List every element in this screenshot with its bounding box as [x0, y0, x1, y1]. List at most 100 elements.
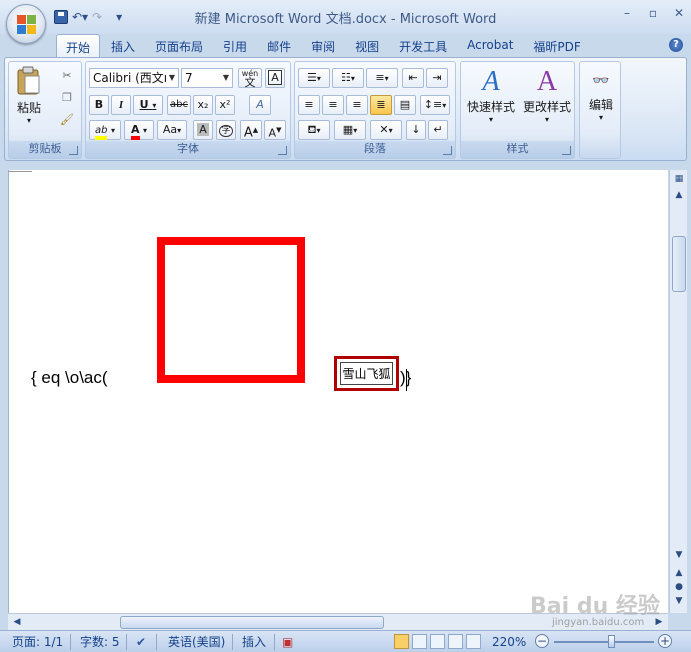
align-left-button[interactable]: ≡: [298, 95, 320, 115]
multilevel-list-button[interactable]: ≡▾: [366, 68, 398, 88]
font-color-button[interactable]: A ▾: [124, 120, 154, 140]
macro-record-icon[interactable]: ▣: [282, 634, 293, 650]
zoom-level[interactable]: 220%: [492, 634, 526, 650]
web-layout-view-icon[interactable]: [430, 634, 445, 649]
copy-button[interactable]: ❐: [57, 88, 77, 108]
zoom-slider-track[interactable]: [554, 641, 654, 643]
browse-object-icon[interactable]: ●: [672, 580, 686, 594]
previous-page-icon[interactable]: ▲: [672, 566, 686, 580]
minimize-icon[interactable]: –: [621, 6, 633, 20]
character-shading-button[interactable]: A: [193, 120, 213, 140]
tab-foxit-pdf[interactable]: 福昕PDF: [524, 34, 589, 58]
font-launcher-icon[interactable]: [278, 146, 287, 155]
horizontal-scroll-thumb[interactable]: [120, 616, 384, 629]
vertical-scrollbar[interactable]: ▦ ▲ ▼ ▲ ● ▼: [669, 170, 687, 613]
format-painter-button[interactable]: 🖌: [57, 110, 77, 130]
grow-font-button[interactable]: A▲: [240, 120, 262, 141]
text-box[interactable]: 雪山飞狐: [334, 356, 399, 391]
grow-font-icon: A: [243, 125, 253, 141]
character-border-button[interactable]: A: [265, 68, 285, 88]
quick-styles-button[interactable]: A 快速样式 ▾: [463, 66, 519, 124]
decrease-indent-button[interactable]: ⇤: [402, 68, 424, 88]
change-styles-label: 更改样式: [522, 100, 571, 114]
vertical-scroll-thumb[interactable]: [672, 236, 686, 292]
red-square-shape[interactable]: [157, 237, 305, 383]
full-screen-reading-view-icon[interactable]: [412, 634, 427, 649]
paragraph-launcher-icon[interactable]: [443, 146, 452, 155]
field-code-open[interactable]: { eq \o\ac(: [31, 368, 108, 388]
document-page[interactable]: [8, 170, 668, 613]
tab-mailings[interactable]: 邮件: [258, 34, 300, 58]
change-case-button[interactable]: Aa▾: [157, 120, 187, 140]
align-center-button[interactable]: ≡: [322, 95, 344, 115]
zoom-in-icon[interactable]: +: [658, 634, 672, 648]
distributed-button[interactable]: ▤: [394, 95, 416, 115]
scroll-down-icon[interactable]: ▼: [672, 548, 686, 562]
spelling-check-icon[interactable]: ✔: [136, 634, 146, 650]
word-count[interactable]: 字数: 5: [80, 634, 120, 650]
paste-button[interactable]: 粘贴 ▾: [13, 66, 45, 125]
scroll-left-icon[interactable]: ◀: [10, 615, 24, 629]
tab-insert[interactable]: 插入: [102, 34, 144, 58]
underline-button[interactable]: U ▾: [133, 95, 163, 115]
shrink-font-button[interactable]: A▼: [264, 120, 286, 140]
sort-button[interactable]: ↓: [406, 120, 426, 140]
insert-mode[interactable]: 插入: [242, 634, 266, 650]
tab-view[interactable]: 视图: [346, 34, 388, 58]
cut-button[interactable]: ✂: [57, 66, 77, 86]
tab-review[interactable]: 审阅: [302, 34, 344, 58]
change-styles-button[interactable]: A 更改样式 ▾: [519, 66, 575, 124]
help-icon[interactable]: ?: [669, 38, 683, 52]
font-size-combo[interactable]: 7 ▼: [181, 68, 233, 88]
quick-styles-icon: A: [482, 66, 500, 97]
styles-launcher-icon[interactable]: [562, 146, 571, 155]
tab-acrobat[interactable]: Acrobat: [458, 34, 522, 58]
justify-button[interactable]: ≣: [370, 95, 392, 115]
editing-button[interactable]: 👓 编辑 ▾: [582, 66, 620, 122]
align-right-button[interactable]: ≡: [346, 95, 368, 115]
bold-icon: B: [94, 98, 104, 111]
subscript-button[interactable]: x₂: [193, 95, 213, 115]
decrease-indent-icon: ⇤: [408, 71, 418, 84]
chinese-layout-button[interactable]: ✕▾: [370, 120, 402, 140]
numbering-button[interactable]: ☷▾: [332, 68, 364, 88]
tab-home[interactable]: 开始: [56, 34, 101, 58]
phonetic-guide-button[interactable]: wén 文: [238, 68, 262, 88]
close-icon[interactable]: ✕: [673, 6, 685, 20]
binoculars-icon: 👓: [592, 73, 610, 89]
align-center-icon: ≡: [328, 98, 338, 111]
highlight-button[interactable]: ab ▾: [89, 120, 121, 140]
shading-button[interactable]: ⛾▾: [298, 120, 330, 140]
clear-formatting-button[interactable]: A: [249, 95, 271, 115]
italic-button[interactable]: I: [111, 95, 131, 115]
zoom-slider-thumb[interactable]: [608, 635, 615, 648]
tab-developer[interactable]: 开发工具: [390, 34, 456, 58]
bold-button[interactable]: B: [89, 95, 109, 115]
tab-page-layout[interactable]: 页面布局: [146, 34, 212, 58]
borders-button[interactable]: ▦▾: [334, 120, 366, 140]
justify-icon: ≣: [376, 98, 386, 111]
restore-icon[interactable]: ▫: [647, 6, 659, 20]
outline-view-icon[interactable]: [448, 634, 463, 649]
tab-references[interactable]: 引用: [214, 34, 256, 58]
office-button[interactable]: [6, 4, 46, 44]
increase-indent-button[interactable]: ⇥: [426, 68, 448, 88]
language-indicator[interactable]: 英语(美国): [168, 634, 225, 650]
next-page-icon[interactable]: ▼: [672, 594, 686, 608]
font-name-combo[interactable]: Calibri (西文ı ▼: [89, 68, 179, 88]
bullets-button[interactable]: ☰▾: [298, 68, 330, 88]
ruler-toggle-icon[interactable]: ▦: [672, 172, 686, 186]
print-layout-view-icon[interactable]: [394, 634, 409, 649]
draft-view-icon[interactable]: [466, 634, 481, 649]
enclose-characters-button[interactable]: 字: [216, 120, 236, 140]
page-count[interactable]: 页面: 1/1: [12, 634, 63, 650]
scroll-up-icon[interactable]: ▲: [672, 188, 686, 202]
show-marks-button[interactable]: ↵: [428, 120, 448, 140]
superscript-button[interactable]: x²: [215, 95, 235, 115]
clipboard-launcher-icon[interactable]: [69, 146, 78, 155]
ribbon-tabs: 开始 插入 页面布局 引用 邮件 审阅 视图 开发工具 Acrobat 福昕PD…: [56, 34, 592, 58]
zoom-out-icon[interactable]: −: [535, 634, 549, 648]
clear-formatting-icon: A: [256, 98, 264, 111]
strikethrough-button[interactable]: abc: [167, 95, 191, 115]
line-spacing-button[interactable]: ↕≡▾: [420, 95, 450, 115]
